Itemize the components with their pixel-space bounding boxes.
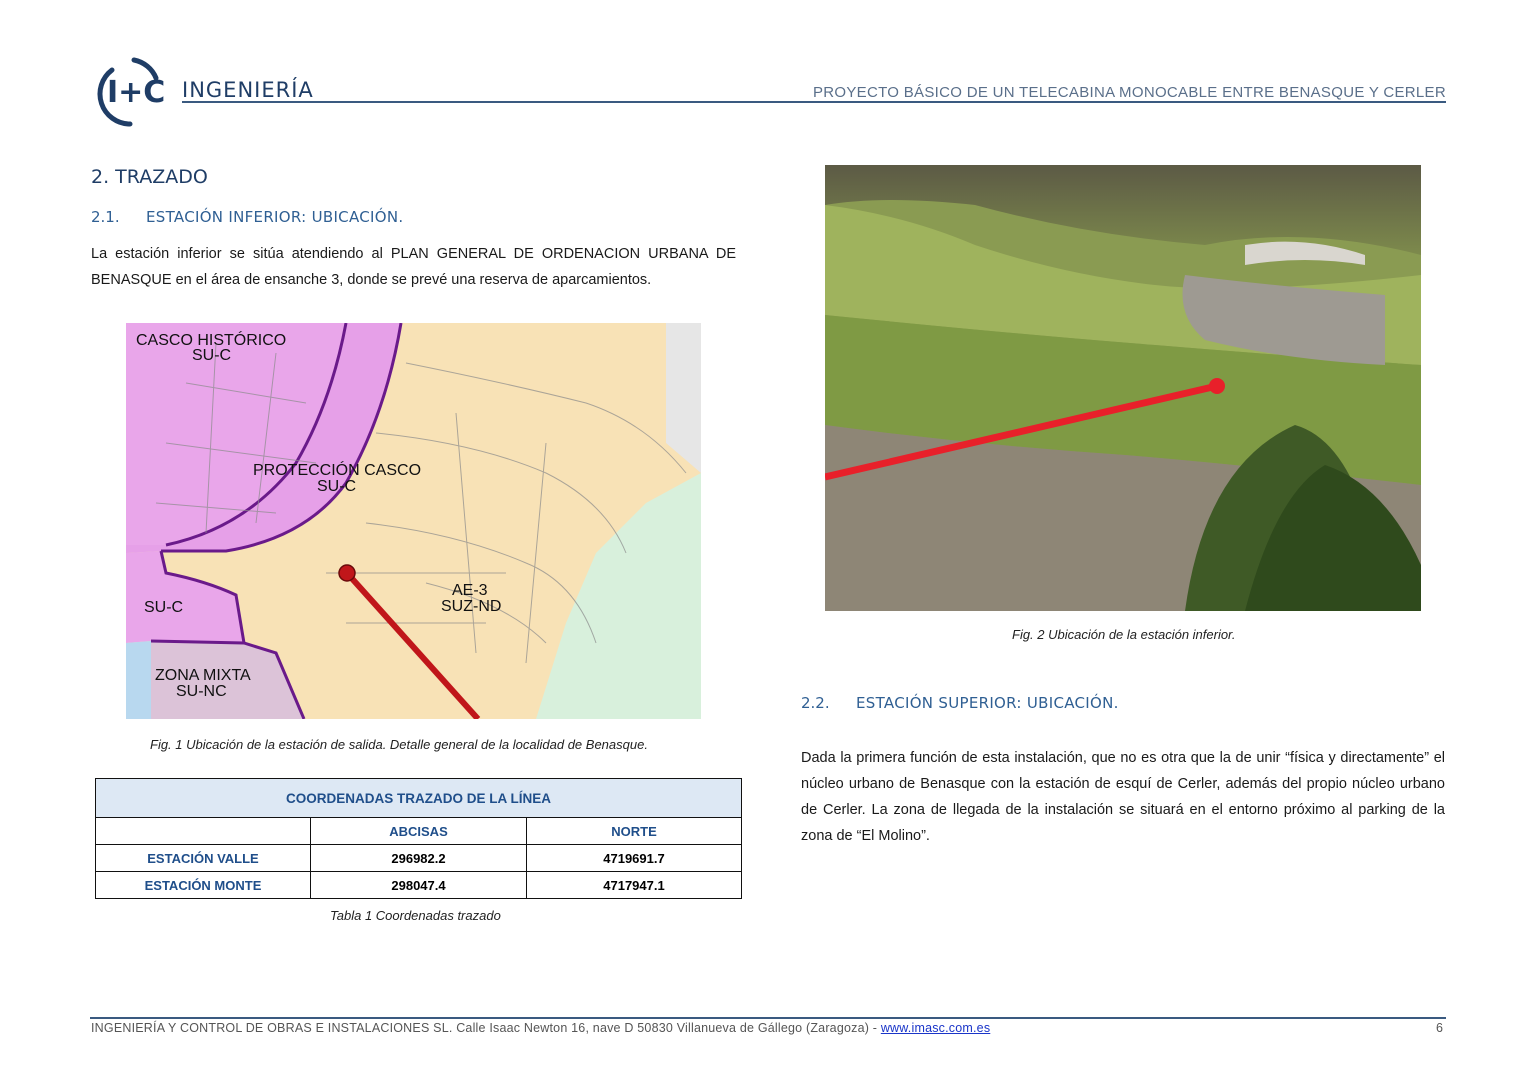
- label-proteccion-zone: SU-C: [317, 478, 356, 495]
- website-link[interactable]: www.imasc.com.es: [881, 1021, 990, 1035]
- company-logo: I+C: [90, 52, 170, 130]
- table-corner: [95, 817, 311, 845]
- footer-company: INGENIERÍA Y CONTROL DE OBRAS E INSTALAC…: [91, 1021, 881, 1035]
- subsection-number: 2.1.: [91, 208, 120, 226]
- label-su-nc: SU-NC: [176, 683, 227, 700]
- row-label: ESTACIÓN VALLE: [95, 844, 311, 872]
- table-caption: Tabla 1 Coordenadas trazado: [330, 908, 501, 923]
- table-title: COORDENADAS TRAZADO DE LA LÍNEA: [95, 778, 742, 818]
- footer-divider: [90, 1017, 1446, 1019]
- label-zona-mixta: ZONA MIXTA: [155, 667, 251, 684]
- station-marker: [338, 564, 356, 582]
- figure1-caption: Fig. 1 Ubicación de la estación de salid…: [150, 737, 648, 752]
- logo-mark: I+C: [107, 75, 165, 110]
- subsection-number: 2.2.: [801, 694, 830, 712]
- table-row: ESTACIÓN MONTE 298047.4 4717947.1: [95, 871, 742, 899]
- cell-norte: 4719691.7: [526, 844, 742, 872]
- row-label: ESTACIÓN MONTE: [95, 871, 311, 899]
- cell-norte: 4717947.1: [526, 871, 742, 899]
- label-suc: SU-C: [144, 599, 183, 616]
- paragraph-superior: Dada la primera función de esta instalac…: [801, 750, 1445, 844]
- aerial-photo: [825, 165, 1421, 611]
- footer-address: INGENIERÍA Y CONTROL DE OBRAS E INSTALAC…: [91, 1021, 990, 1035]
- label-ae3: AE-3: [452, 582, 488, 599]
- cell-abcisas: 296982.2: [310, 844, 527, 872]
- coordinates-table: COORDENADAS TRAZADO DE LA LÍNEA ABCISAS …: [95, 778, 742, 899]
- header-divider: [182, 101, 1446, 103]
- table-header-abcisas: ABCISAS: [310, 817, 527, 845]
- paragraph-inferior: La estación inferior se sitúa atendiendo…: [91, 246, 736, 288]
- page-number: 6: [1436, 1021, 1443, 1035]
- label-casco-zone: SU-C: [192, 347, 231, 364]
- table-row: ESTACIÓN VALLE 296982.2 4719691.7: [95, 844, 742, 872]
- table-header-norte: NORTE: [526, 817, 742, 845]
- logo-wordmark: INGENIERÍA: [182, 78, 314, 102]
- cell-abcisas: 298047.4: [310, 871, 527, 899]
- station-marker: [1209, 378, 1225, 394]
- label-proteccion: PROTECCIÓN CASCO: [253, 460, 421, 479]
- urban-plan-map: CASCO HISTÓRICO SU-C PROTECCIÓN CASCO SU…: [126, 323, 701, 719]
- label-suz: SUZ-ND: [441, 598, 501, 615]
- subsection-title: ESTACIÓN SUPERIOR: UBICACIÓN.: [856, 694, 1119, 712]
- section-title: 2. TRAZADO: [91, 166, 208, 188]
- project-title: PROYECTO BÁSICO DE UN TELECABINA MONOCAB…: [812, 84, 1446, 101]
- figure2-caption: Fig. 2 Ubicación de la estación inferior…: [1012, 627, 1236, 642]
- subsection-title: ESTACIÓN INFERIOR: UBICACIÓN.: [146, 208, 404, 226]
